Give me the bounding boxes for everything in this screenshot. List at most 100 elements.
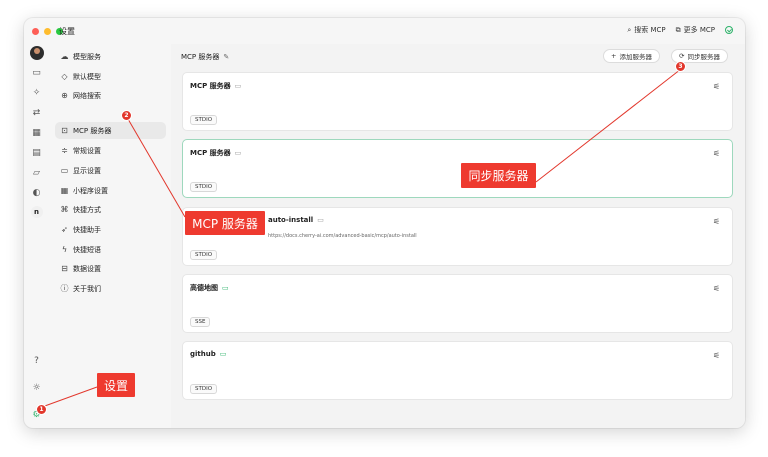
terminal-icon: ⊡ — [61, 126, 68, 135]
window-title: 设置 — [59, 27, 75, 36]
sidebar-item-default-model[interactable]: ◇ 默认模型 — [55, 68, 166, 85]
sidebar-item-general[interactable]: ≑ 常规设置 — [55, 142, 166, 159]
server-card[interactable]: 高德地图 ▭ SSE ⚟ — [182, 274, 733, 333]
add-server-label: 添加服务器 — [619, 53, 652, 61]
server-card-title: MCP 服务器 ▭ — [190, 148, 241, 158]
server-description: https://docs.cherry-ai.com/advanced-basi… — [268, 233, 417, 239]
more-mcp-link[interactable]: ⧉ 更多 MCP — [676, 25, 715, 35]
mcp-main-panel: MCP 服务器 ✎ + 添加服务器 ⟳ 同步服务器 MCP 服务器 ▭ STDI… — [171, 44, 745, 428]
sidebar-item-quick-assistant[interactable]: ➶ 快捷助手 — [55, 221, 166, 238]
server-card[interactable]: MCP 服务器 ▭ STDIO ⚟ — [182, 139, 733, 198]
cube-icon: ◇ — [61, 72, 68, 81]
transport-tag: STDIO — [190, 115, 218, 125]
sidebar-item-label: 显示设置 — [73, 166, 101, 175]
sidebar-item-label: 快捷助手 — [73, 225, 101, 234]
plus-icon: + — [611, 52, 617, 60]
server-card[interactable]: MCP 服务器 ▭ STDIO ⚟ — [182, 72, 733, 131]
sidebar-item-display[interactable]: ▭ 显示设置 — [55, 162, 166, 179]
minimize-window-button[interactable] — [44, 27, 51, 35]
translate-icon[interactable]: ⇄ — [30, 106, 44, 120]
cloud-icon: ☁ — [60, 52, 69, 61]
sidebar-item-quick-phrases[interactable]: ϟ 快捷短语 — [55, 241, 166, 258]
globe-icon: ⊕ — [61, 91, 68, 100]
monitor-icon: ▭ — [317, 216, 324, 224]
sidebar-item-label: 默认模型 — [73, 72, 101, 81]
apps-grid-icon[interactable]: ▦ — [30, 126, 44, 140]
page-title: MCP 服务器 ✎ — [181, 52, 229, 62]
sidebar-item-about[interactable]: ⓘ 关于我们 — [55, 280, 166, 297]
server-card-title: auto-install ▭ — [268, 216, 324, 224]
external-link-icon: ⧉ — [675, 25, 681, 34]
sidebar-item-data[interactable]: ⊟ 数据设置 — [55, 260, 166, 277]
sync-servers-label: 同步服务器 — [687, 53, 720, 61]
server-name: 高德地图 — [190, 284, 218, 292]
sidebar-item-model-service[interactable]: ☁ 模型服务 — [55, 48, 166, 65]
server-card[interactable]: github ▭ STDIO ⚟ — [182, 341, 733, 400]
settings-sliders-icon[interactable]: ⚟ — [713, 149, 720, 158]
sidebar-item-web-search[interactable]: ⊕ 网络搜索 — [55, 87, 166, 104]
step-badge-2: 2 — [121, 110, 132, 121]
sidebar-item-label: 数据设置 — [73, 264, 101, 273]
more-mcp-label: 更多 MCP — [683, 26, 715, 34]
server-card-title: MCP 服务器 ▭ — [190, 81, 241, 91]
settings-sliders-icon[interactable]: ⚟ — [713, 284, 720, 293]
settings-sidebar: ☁ 模型服务 ◇ 默认模型 ⊕ 网络搜索 ⊡ MCP 服务器 ≑ 常规设置 ▭ … — [49, 44, 171, 428]
sidebar-item-label: 快捷方式 — [73, 205, 101, 214]
chat-icon[interactable]: ▭ — [30, 66, 44, 80]
sidebar-item-label: 小程序设置 — [73, 186, 108, 195]
transport-tag: STDIO — [190, 182, 218, 192]
server-card-title: github ▭ — [190, 350, 226, 358]
monitor-icon: ▭ — [219, 350, 227, 358]
sidebar-item-label: MCP 服务器 — [73, 126, 112, 135]
bolt-icon: ϟ — [61, 245, 68, 254]
sidebar-item-shortcuts[interactable]: ⌘ 快捷方式 — [55, 201, 166, 218]
step-badge-3: 3 — [675, 61, 686, 72]
app-icon-bar: ▭ ✧ ⇄ ▦ ▤ ▱ ◐ n ? ☼ ⚙ — [24, 44, 49, 428]
search-icon: ⌕ — [627, 25, 632, 34]
server-name: MCP 服务器 — [190, 149, 231, 157]
callout-settings: 设置 — [97, 373, 135, 397]
sidebar-item-label: 快捷短语 — [73, 245, 101, 254]
settings-window: 设置 ⌕ 搜索 MCP ⧉ 更多 MCP ▭ ✧ ⇄ ▦ ▤ ▱ ◐ n ? ☼… — [24, 18, 745, 428]
close-window-button[interactable] — [32, 27, 39, 35]
settings-sliders-icon[interactable]: ⚟ — [713, 351, 720, 360]
settings-sliders-icon[interactable]: ⚟ — [713, 82, 720, 91]
server-name: MCP 服务器 — [190, 82, 231, 90]
add-server-button[interactable]: + 添加服务器 — [603, 49, 660, 63]
grid-icon: ▦ — [60, 186, 69, 195]
sidebar-item-label: 常规设置 — [73, 146, 101, 155]
sidebar-item-mini-apps[interactable]: ▦ 小程序设置 — [55, 182, 166, 199]
title-bar: 设置 ⌕ 搜索 MCP ⧉ 更多 MCP — [24, 18, 745, 44]
server-card-title: 高德地图 ▭ — [190, 283, 229, 293]
app-n-icon[interactable]: n — [30, 206, 43, 218]
sparkle-icon[interactable]: ✧ — [30, 86, 44, 100]
step-badge-1: 1 — [36, 404, 47, 415]
page-title-text: MCP 服务器 — [181, 53, 220, 61]
sync-icon: ⟳ — [679, 52, 685, 60]
settings-sliders-icon[interactable]: ⚟ — [713, 217, 720, 226]
search-mcp-link[interactable]: ⌕ 搜索 MCP — [627, 25, 665, 35]
search-mcp-label: 搜索 MCP — [634, 26, 666, 34]
callout-sync-servers: 同步服务器 — [461, 163, 536, 188]
folder-icon[interactable]: ▱ — [30, 166, 44, 180]
document-icon[interactable]: ▤ — [30, 146, 44, 160]
server-name: auto-install — [268, 216, 314, 224]
sliders-icon: ≑ — [61, 146, 68, 155]
info-icon: ⓘ — [60, 284, 69, 293]
server-name: github — [190, 350, 216, 358]
status-check-icon[interactable] — [725, 26, 733, 34]
callout-mcp-servers: MCP 服务器 — [185, 211, 265, 235]
monitor-icon: ▭ — [234, 82, 242, 90]
edit-pencil-icon[interactable]: ✎ — [223, 53, 229, 61]
help-icon[interactable]: ? — [30, 354, 44, 368]
monitor-icon: ▭ — [60, 166, 69, 175]
theme-sun-icon[interactable]: ☼ — [30, 381, 44, 395]
transport-tag: STDIO — [190, 250, 218, 260]
avatar[interactable] — [29, 46, 44, 60]
rocket-icon: ➶ — [61, 225, 68, 234]
palette-icon[interactable]: ◐ — [30, 186, 44, 200]
command-icon: ⌘ — [60, 205, 69, 214]
sidebar-item-mcp-servers[interactable]: ⊡ MCP 服务器 — [55, 122, 166, 139]
sidebar-item-label: 关于我们 — [73, 284, 101, 293]
database-icon: ⊟ — [61, 264, 68, 273]
